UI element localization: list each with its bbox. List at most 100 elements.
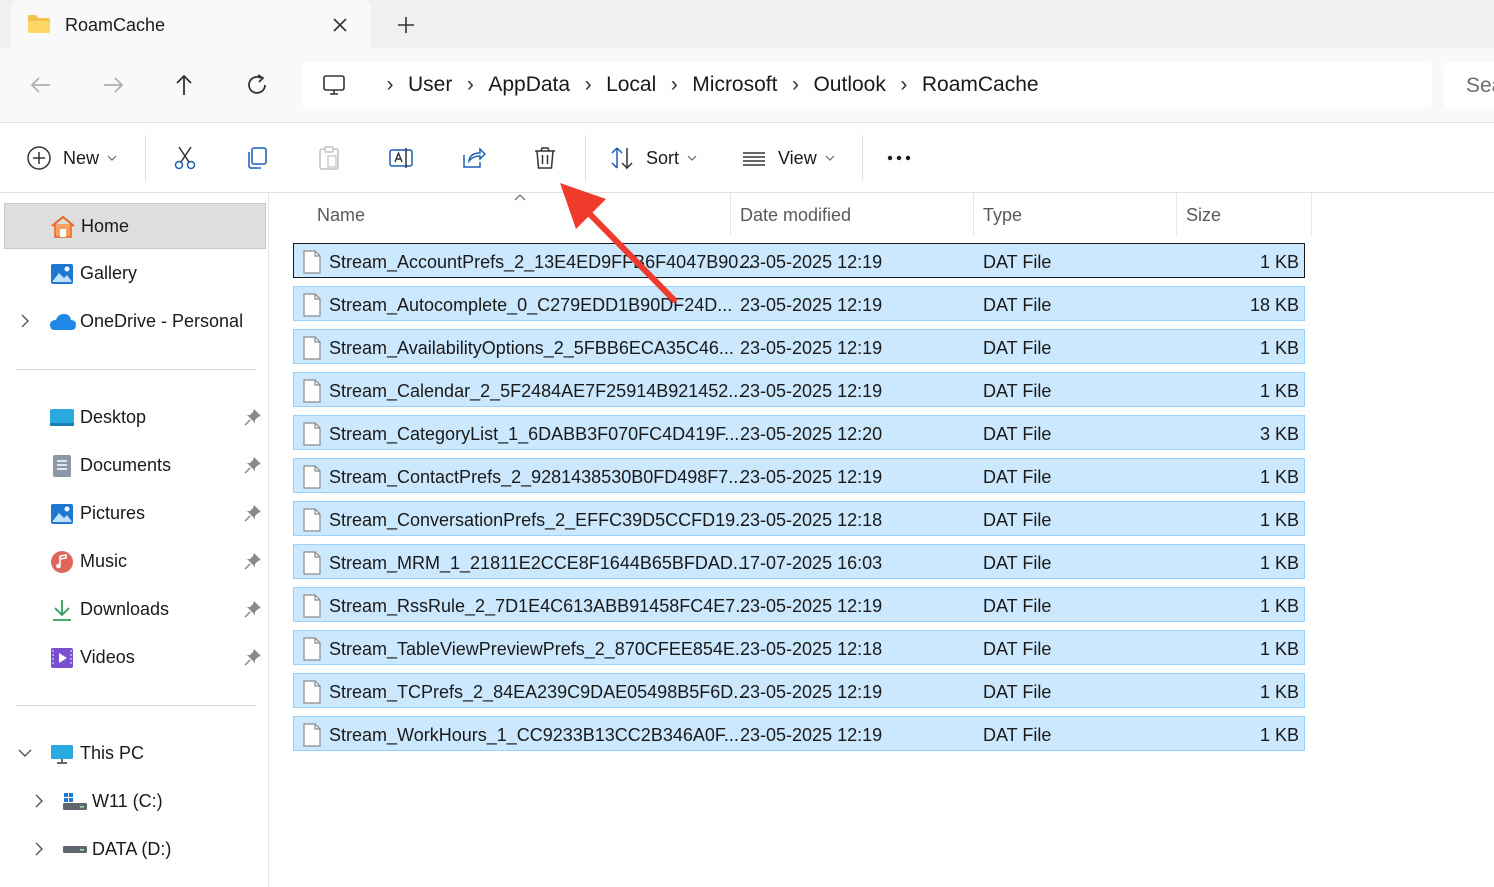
column-header-size[interactable]: Size xyxy=(1186,205,1221,226)
breadcrumb-appdata[interactable]: AppData xyxy=(488,73,570,97)
table-row[interactable]: Stream_WorkHours_1_CC9233B13CC2B346A0F..… xyxy=(293,716,1305,751)
column-divider[interactable] xyxy=(1311,193,1312,235)
new-button[interactable]: New xyxy=(26,145,117,171)
pin-icon[interactable] xyxy=(244,408,262,426)
sidebar-item-label: Downloads xyxy=(80,599,170,619)
address-bar[interactable]: › User › AppData › Local › Microsoft › O… xyxy=(302,62,1432,108)
more-options-button[interactable] xyxy=(886,145,912,171)
sidebar-item-drive-c[interactable]: W11 (C:) xyxy=(4,779,266,825)
forward-arrow-icon[interactable] xyxy=(100,72,126,98)
table-row[interactable]: Stream_TCPrefs_2_84EA239C9DAE05498B5F6D.… xyxy=(293,673,1305,708)
sidebar-item-videos[interactable]: Videos xyxy=(4,635,266,681)
sidebar-item-documents[interactable]: Documents xyxy=(4,443,266,489)
sidebar-divider xyxy=(16,369,256,370)
chevron-right-icon[interactable]: › xyxy=(372,73,408,97)
column-divider[interactable] xyxy=(730,193,731,235)
trash-icon xyxy=(532,145,558,171)
plus-icon[interactable] xyxy=(395,14,417,36)
sidebar-item-this-pc[interactable]: This PC xyxy=(4,731,266,777)
column-header-date[interactable]: Date modified xyxy=(740,205,851,226)
column-divider[interactable] xyxy=(1176,193,1177,235)
downloads-icon xyxy=(49,598,75,622)
rename-button[interactable] xyxy=(388,145,414,171)
chevron-right-icon[interactable] xyxy=(34,842,44,856)
file-name: Stream_Calendar_2_5F2484AE7F25914B921452… xyxy=(329,381,744,401)
file-date-modified: 23-05-2025 12:19 xyxy=(740,381,883,401)
copy-button[interactable] xyxy=(244,145,270,171)
file-name: Stream_MRM_1_21811E2CCE8F1644B65BFDAD... xyxy=(329,553,748,573)
sidebar-item-downloads[interactable]: Downloads xyxy=(4,587,266,633)
sidebar-item-label: Music xyxy=(80,551,128,571)
pin-icon[interactable] xyxy=(244,552,262,570)
column-header-name[interactable]: Name xyxy=(317,205,365,226)
home-icon xyxy=(50,215,76,239)
computer-icon[interactable] xyxy=(322,74,346,96)
sidebar-item-pictures[interactable]: Pictures xyxy=(4,491,266,537)
back-arrow-icon[interactable] xyxy=(28,72,54,98)
chevron-right-icon[interactable]: › xyxy=(570,73,606,97)
breadcrumb-user[interactable]: User xyxy=(408,73,452,97)
drive-icon xyxy=(62,838,88,862)
file-type: DAT File xyxy=(983,596,1052,616)
sidebar-item-music[interactable]: Music xyxy=(4,539,266,585)
view-list-icon xyxy=(741,145,767,171)
sidebar-item-gallery[interactable]: Gallery xyxy=(4,251,266,297)
tab-roamcache[interactable]: RoamCache xyxy=(11,0,371,48)
breadcrumb-local[interactable]: Local xyxy=(606,73,656,97)
refresh-icon[interactable] xyxy=(244,72,270,98)
delete-button[interactable] xyxy=(532,145,558,171)
column-divider[interactable] xyxy=(973,193,974,235)
sidebar-item-desktop[interactable]: Desktop xyxy=(4,395,266,441)
file-icon xyxy=(302,293,322,317)
table-row[interactable]: Stream_MRM_1_21811E2CCE8F1644B65BFDAD...… xyxy=(293,544,1305,579)
pin-icon[interactable] xyxy=(244,456,262,474)
chevron-right-icon[interactable]: › xyxy=(777,73,813,97)
table-row[interactable]: Stream_Calendar_2_5F2484AE7F25914B921452… xyxy=(293,372,1305,407)
column-header-type[interactable]: Type xyxy=(983,205,1022,226)
cut-button[interactable] xyxy=(172,145,198,171)
sidebar-item-drive-d[interactable]: DATA (D:) xyxy=(4,827,266,873)
chevron-right-icon[interactable]: › xyxy=(452,73,488,97)
sidebar-item-onedrive[interactable]: OneDrive - Personal xyxy=(4,299,266,345)
chevron-right-icon[interactable] xyxy=(34,794,44,808)
sort-ascending-icon xyxy=(513,193,527,203)
table-row[interactable]: Stream_ContactPrefs_2_9281438530B0FD498F… xyxy=(293,458,1305,493)
navigation-pane: Home Gallery OneDrive - Personal Desktop… xyxy=(0,193,269,887)
chevron-down-icon[interactable] xyxy=(18,748,32,758)
breadcrumb-microsoft[interactable]: Microsoft xyxy=(692,73,777,97)
pin-icon[interactable] xyxy=(244,648,262,666)
sidebar-item-home[interactable]: Home xyxy=(4,203,266,249)
file-date-modified: 23-05-2025 12:18 xyxy=(740,639,883,659)
table-row[interactable]: Stream_Autocomplete_0_C279EDD1B90DF24D..… xyxy=(293,286,1305,321)
chevron-right-icon[interactable] xyxy=(20,314,30,328)
sidebar-item-label: Videos xyxy=(80,647,135,667)
chevron-right-icon[interactable]: › xyxy=(656,73,692,97)
share-button[interactable] xyxy=(460,145,486,171)
plus-circle-icon xyxy=(26,145,52,171)
pin-icon[interactable] xyxy=(244,504,262,522)
file-name: Stream_AvailabilityOptions_2_5FBB6ECA35C… xyxy=(329,338,734,358)
table-row[interactable]: Stream_TableViewPreviewPrefs_2_870CFEE85… xyxy=(293,630,1305,665)
close-icon[interactable] xyxy=(329,14,351,36)
file-date-modified: 23-05-2025 12:19 xyxy=(740,295,883,315)
file-date-modified: 23-05-2025 12:19 xyxy=(740,252,883,272)
up-arrow-icon[interactable] xyxy=(171,72,197,98)
table-row[interactable]: Stream_RssRule_2_7D1E4C613ABB91458FC4E7.… xyxy=(293,587,1305,622)
file-size: 1 KB xyxy=(1259,596,1299,616)
breadcrumb-outlook[interactable]: Outlook xyxy=(813,73,885,97)
paste-button[interactable] xyxy=(316,145,342,171)
table-row[interactable]: Stream_ConversationPrefs_2_EFFC39D5CCFD1… xyxy=(293,501,1305,536)
view-label: View xyxy=(778,147,817,168)
search-input[interactable]: Sea xyxy=(1444,62,1494,108)
table-row[interactable]: Stream_AvailabilityOptions_2_5FBB6ECA35C… xyxy=(293,329,1305,364)
view-button[interactable]: View xyxy=(741,145,835,171)
chevron-right-icon[interactable]: › xyxy=(886,73,922,97)
breadcrumb-roamcache[interactable]: RoamCache xyxy=(922,73,1039,97)
sidebar-item-label: Pictures xyxy=(80,503,146,523)
documents-icon xyxy=(49,454,75,478)
table-row[interactable]: Stream_CategoryList_1_6DABB3F070FC4D419F… xyxy=(293,415,1305,450)
file-size: 1 KB xyxy=(1259,639,1299,659)
pin-icon[interactable] xyxy=(244,600,262,618)
sort-button[interactable]: Sort xyxy=(609,145,697,171)
table-row[interactable]: Stream_AccountPrefs_2_13E4ED9FFB6F4047B9… xyxy=(293,243,1305,278)
